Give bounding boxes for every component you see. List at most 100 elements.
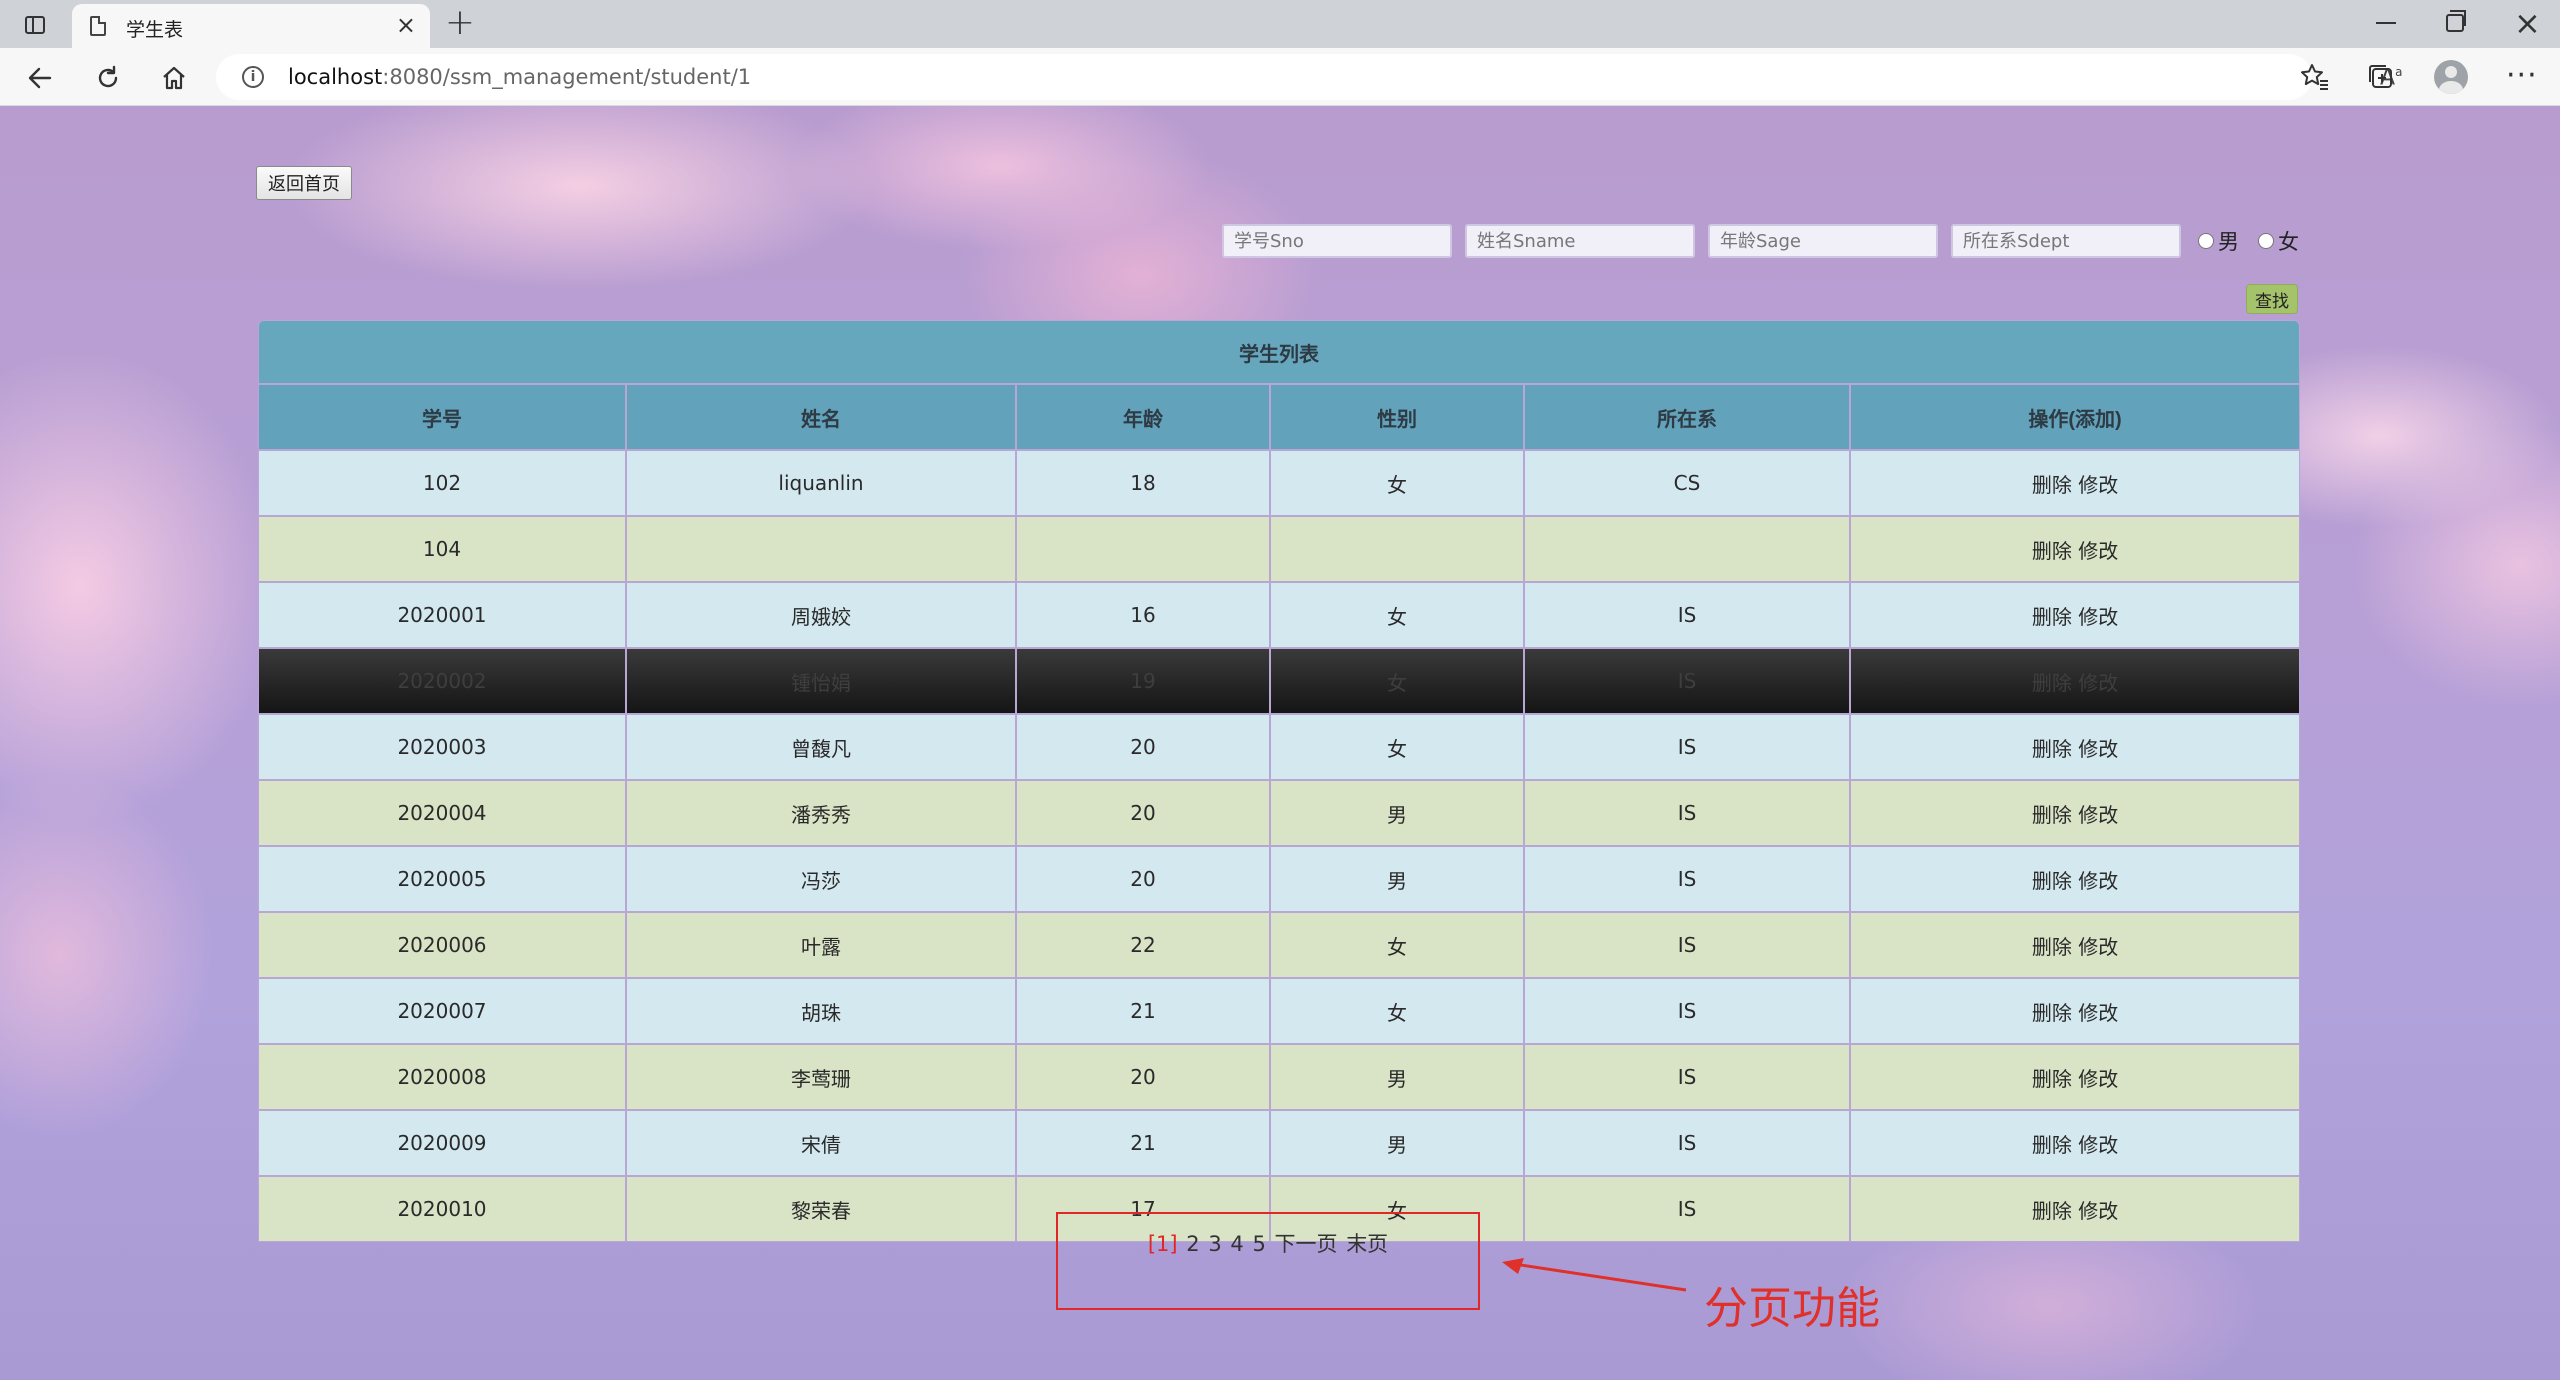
cell-actions: 删除 修改: [1850, 912, 2301, 978]
refresh-button[interactable]: [88, 58, 128, 98]
delete-link[interactable]: 删除: [2032, 803, 2072, 827]
cell-sage: 20: [1016, 714, 1270, 780]
tab-actions-icon[interactable]: [18, 10, 52, 40]
page-link[interactable]: 2: [1186, 1232, 1199, 1256]
cell-actions: 删除 修改: [1850, 450, 2301, 516]
table-row: 104 删除 修改: [258, 516, 2301, 582]
table-row: 2020009 宋倩 21 男 IS 删除 修改: [258, 1110, 2301, 1176]
edit-link[interactable]: 修改: [2078, 605, 2118, 629]
cell-sdept: IS: [1524, 648, 1850, 714]
table-row: 2020004 潘秀秀 20 男 IS 删除 修改: [258, 780, 2301, 846]
edit-link[interactable]: 修改: [2078, 737, 2118, 761]
cell-sdept: IS: [1524, 582, 1850, 648]
edit-link[interactable]: 修改: [2078, 1199, 2118, 1223]
favorites-star-list-icon: [2301, 64, 2328, 90]
table-body: 102 liquanlin 18 女 CS 删除 修改 104 删除 修改 2020001 周娥姣…: [258, 450, 2301, 1242]
sno-search-input[interactable]: [1222, 224, 1452, 258]
sdept-search-input[interactable]: [1951, 224, 2181, 258]
cell-actions: 删除 修改: [1850, 1110, 2301, 1176]
restore-window-icon[interactable]: [2446, 10, 2466, 32]
new-tab-button[interactable]: +: [440, 4, 480, 44]
edit-link[interactable]: 修改: [2078, 1001, 2118, 1025]
cell-sage: 20: [1016, 1044, 1270, 1110]
delete-link[interactable]: 删除: [2032, 1001, 2072, 1025]
page-link[interactable]: 3: [1208, 1232, 1221, 1256]
tab-title: 学生表: [126, 19, 184, 41]
page-content: 返回首页 男 女 查找 学生列表 学号 姓名 年龄 性别 所在系 操作(添加): [0, 106, 2560, 1380]
edit-link[interactable]: 修改: [2078, 473, 2118, 497]
edit-link[interactable]: 修改: [2078, 1133, 2118, 1157]
site-info-icon[interactable]: i: [242, 66, 264, 88]
cell-sage: 20: [1016, 780, 1270, 846]
edit-link[interactable]: 修改: [2078, 1067, 2118, 1091]
cell-sno: 2020006: [258, 912, 626, 978]
table-row: 2020006 叶露 22 女 IS 删除 修改: [258, 912, 2301, 978]
delete-link[interactable]: 删除: [2032, 671, 2072, 695]
table-row: 102 liquanlin 18 女 CS 删除 修改: [258, 450, 2301, 516]
gender-female-radio[interactable]: 女: [2258, 226, 2299, 256]
cell-sname: 曾馥凡: [626, 714, 1016, 780]
cell-sno: 2020002: [258, 648, 626, 714]
minimize-window-icon[interactable]: [2376, 22, 2396, 24]
cell-sno: 102: [258, 450, 626, 516]
cell-ssex: 女: [1270, 978, 1524, 1044]
cell-sname: 黎荣春: [626, 1176, 1016, 1242]
find-button[interactable]: 查找: [2246, 284, 2298, 314]
cell-sdept: IS: [1524, 1110, 1850, 1176]
delete-link[interactable]: 删除: [2032, 1199, 2072, 1223]
radio-circle-icon: [2198, 233, 2214, 249]
delete-link[interactable]: 删除: [2032, 1133, 2072, 1157]
edit-link[interactable]: 修改: [2078, 671, 2118, 695]
delete-link[interactable]: 删除: [2032, 605, 2072, 629]
url-path: :8080/ssm_management/student/1: [382, 65, 752, 89]
settings-menu-icon[interactable]: ···: [2506, 58, 2538, 93]
cell-sno: 2020003: [258, 714, 626, 780]
table-row: 2020001 周娥姣 16 女 IS 删除 修改: [258, 582, 2301, 648]
close-window-icon[interactable]: ×: [2514, 4, 2541, 42]
url-field[interactable]: i localhost:8080/ssm_management/student/…: [216, 54, 2467, 100]
cell-sdept: IS: [1524, 714, 1850, 780]
delete-link[interactable]: 删除: [2032, 737, 2072, 761]
sname-search-input[interactable]: [1465, 224, 1695, 258]
cell-actions: 删除 修改: [1850, 780, 2301, 846]
back-to-home-button[interactable]: 返回首页: [256, 166, 352, 200]
back-button[interactable]: [20, 58, 60, 98]
page-link[interactable]: 5: [1252, 1232, 1265, 1256]
table-row: 2020008 李莺珊 20 男 IS 删除 修改: [258, 1044, 2301, 1110]
cell-sdept: IS: [1524, 846, 1850, 912]
delete-link[interactable]: 删除: [2032, 473, 2072, 497]
cell-actions: 删除 修改: [1850, 714, 2301, 780]
next-page-link[interactable]: 下一页: [1275, 1232, 1338, 1256]
delete-link[interactable]: 删除: [2032, 869, 2072, 893]
header-actions-add[interactable]: 操作(添加): [1850, 384, 2301, 450]
cell-sname: 潘秀秀: [626, 780, 1016, 846]
url-host: localhost: [288, 65, 383, 89]
cell-sno: 2020004: [258, 780, 626, 846]
delete-link[interactable]: 删除: [2032, 1067, 2072, 1091]
cell-sno: 2020009: [258, 1110, 626, 1176]
cell-sdept: IS: [1524, 978, 1850, 1044]
delete-link[interactable]: 删除: [2032, 935, 2072, 959]
edit-link[interactable]: 修改: [2078, 869, 2118, 893]
edit-link[interactable]: 修改: [2078, 803, 2118, 827]
table-caption: 学生列表: [258, 320, 2301, 384]
last-page-link[interactable]: 末页: [1346, 1232, 1388, 1256]
cell-sname: 李莺珊: [626, 1044, 1016, 1110]
collections-icon[interactable]: [2366, 62, 2396, 99]
delete-link[interactable]: 删除: [2032, 539, 2072, 563]
browser-tab[interactable]: 学生表 ×: [72, 4, 430, 48]
profile-avatar[interactable]: [2434, 60, 2468, 94]
cell-ssex: 女: [1270, 582, 1524, 648]
cell-actions: 删除 修改: [1850, 978, 2301, 1044]
edit-link[interactable]: 修改: [2078, 935, 2118, 959]
cell-ssex: 女: [1270, 648, 1524, 714]
cell-sdept: IS: [1524, 912, 1850, 978]
close-tab-icon[interactable]: ×: [396, 13, 416, 37]
home-browser-button[interactable]: [154, 58, 194, 98]
header-sname: 姓名: [626, 384, 1016, 450]
edit-link[interactable]: 修改: [2078, 539, 2118, 563]
page-link[interactable]: 4: [1230, 1232, 1243, 1256]
favorites-icon[interactable]: [2300, 62, 2330, 99]
gender-male-radio[interactable]: 男: [2198, 226, 2239, 256]
sage-search-input[interactable]: [1708, 224, 1938, 258]
